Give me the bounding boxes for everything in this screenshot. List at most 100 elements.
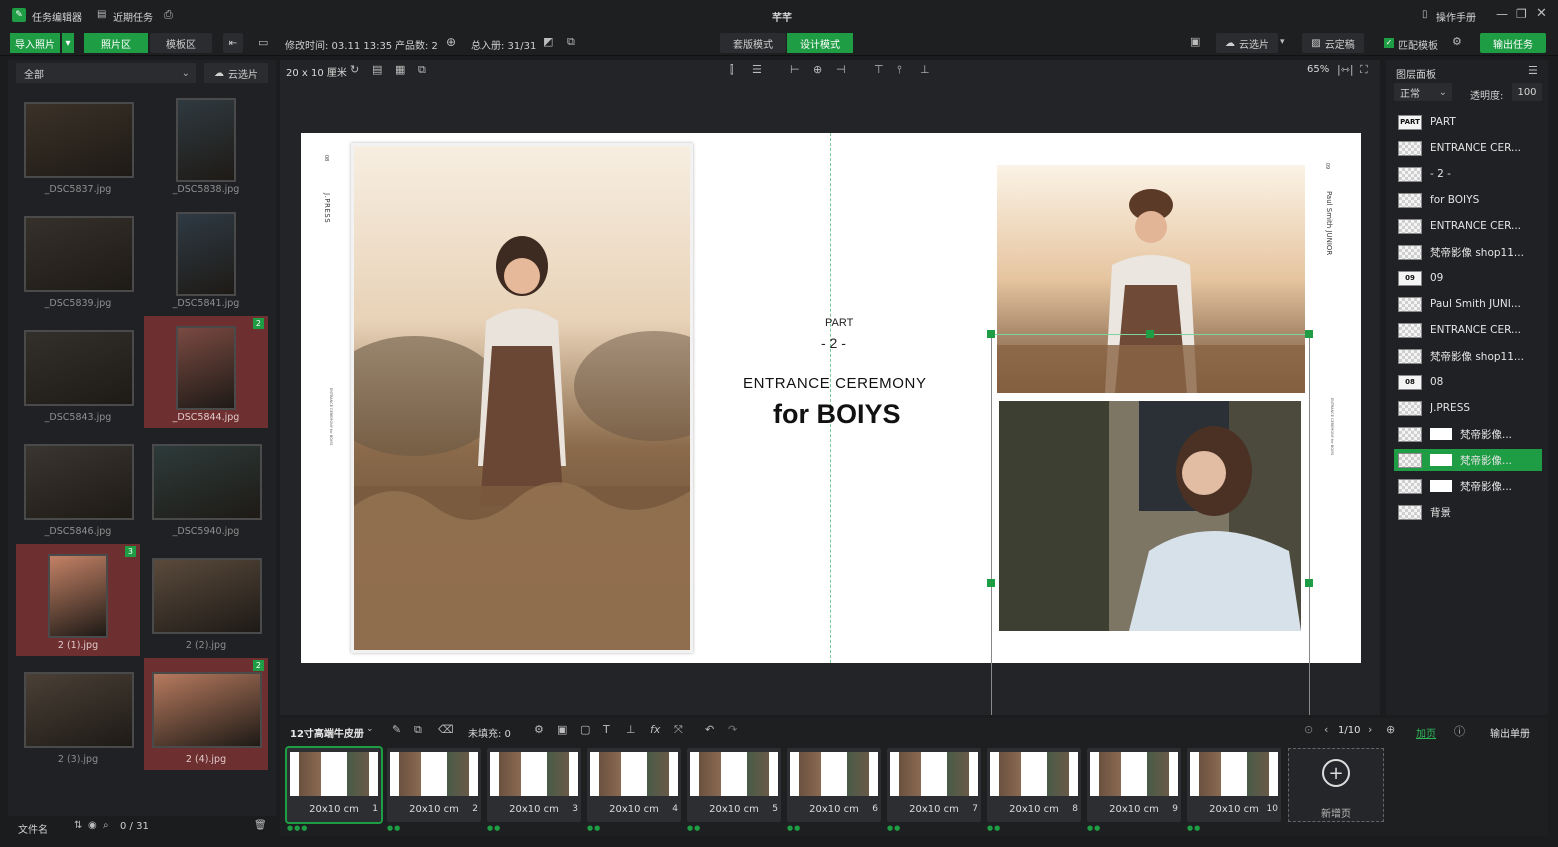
title-text[interactable]: for BOIYS — [773, 399, 901, 430]
layer-item[interactable]: 09 09 — [1394, 267, 1542, 289]
right-small-vertical[interactable]: ENTRANCE CEREMONY for BOIYS — [1330, 398, 1334, 455]
right-page-mark[interactable]: 09 — [1324, 163, 1330, 169]
template-settings-icon[interactable]: ⚙ — [1452, 35, 1462, 48]
export-task-button[interactable]: 输出任务 — [1480, 33, 1546, 53]
photo-thumbnail[interactable]: 2 (3).jpg — [16, 658, 140, 770]
image-icon[interactable]: ▣ — [557, 723, 567, 736]
text-tool-icon[interactable]: T — [603, 723, 610, 736]
align-top-icon[interactable]: ⊤ — [874, 63, 884, 76]
layer-item[interactable]: 梵帝影像 shop11... — [1394, 345, 1542, 367]
zoom-level[interactable]: 65% — [1307, 64, 1329, 75]
prev-page-icon[interactable]: ‹ — [1324, 723, 1328, 736]
layer-item[interactable]: 梵帝影像... — [1394, 475, 1542, 497]
layout-icon[interactable]: ▤ — [372, 63, 382, 76]
cloud-dropdown-icon[interactable]: ▾ — [1280, 37, 1285, 47]
page-frame[interactable]: 20x10 cm 6 — [787, 748, 881, 822]
resize-handle-tr[interactable] — [1305, 330, 1313, 338]
cloud-final-button[interactable]: ▨ 云定稿 — [1302, 33, 1364, 53]
album-icon[interactable]: ◩ — [543, 35, 553, 48]
layer-item[interactable]: J.PRESS — [1394, 397, 1542, 419]
collapse-panel-icon[interactable]: ⇤ — [223, 33, 243, 53]
expand-icon[interactable]: ⤧ — [674, 723, 683, 737]
page-frame[interactable]: 20x10 cm 9 — [1087, 748, 1181, 822]
layer-item[interactable]: for BOIYS — [1394, 189, 1542, 211]
fit-width-icon[interactable]: |⇿| — [1337, 63, 1354, 76]
add-page-icon[interactable]: ⊕ — [1386, 723, 1395, 736]
blend-mode-select[interactable]: 正常 ⌄ — [1394, 83, 1452, 101]
page-frame[interactable]: 20x10 cm 4 — [587, 748, 681, 822]
align-right-icon[interactable]: ⊣ — [836, 63, 846, 76]
screen-icon[interactable]: ▣ — [1190, 35, 1200, 48]
layer-item[interactable]: Paul Smith JUNI... — [1394, 293, 1542, 315]
trash-icon[interactable]: 🗑 — [254, 820, 267, 831]
minimize-icon[interactable]: — — [1496, 7, 1508, 21]
photo-thumbnail[interactable]: _DSC5940.jpg — [144, 430, 268, 542]
align-center-icon[interactable]: ⊕ — [813, 63, 822, 76]
close-icon[interactable]: ✕ — [1536, 6, 1547, 21]
part-number-text[interactable]: - 2 - — [821, 335, 846, 351]
undo-icon[interactable]: ↶ — [705, 723, 714, 736]
window-icon[interactable]: ▭ — [258, 36, 268, 49]
recent-tasks-icon[interactable]: ▤ — [97, 9, 106, 20]
function-icon[interactable]: fx — [650, 723, 660, 736]
layer-item[interactable]: 08 08 — [1394, 371, 1542, 393]
grid-icon[interactable]: ▦ — [395, 63, 405, 76]
layer-item[interactable]: ENTRANCE CER... — [1394, 137, 1542, 159]
left-photo-frame[interactable] — [351, 143, 693, 653]
tab-template-area[interactable]: 模板区 — [150, 33, 212, 53]
layer-item[interactable]: 梵帝影像 shop11... — [1394, 241, 1542, 263]
left-vertical-text[interactable]: J.PRESS — [323, 193, 331, 223]
layer-item[interactable]: 梵帝影像... — [1394, 449, 1542, 471]
photo-thumbnail[interactable]: _DSC5838.jpg — [144, 88, 268, 200]
right-vertical-text[interactable]: Paul Smith JUNIOR — [1325, 191, 1333, 255]
crop-icon[interactable]: ⧉ — [418, 63, 426, 77]
note-icon[interactable]: ⎙ — [164, 8, 173, 22]
resize-handle-bl[interactable] — [987, 579, 995, 587]
cloud-select-button[interactable]: ☁ 云选片 — [1216, 33, 1278, 53]
photo-thumbnail[interactable]: _DSC5843.jpg — [16, 316, 140, 428]
product-name[interactable]: 12寸高端牛皮册 — [290, 725, 364, 740]
first-page-icon[interactable]: ⊙ — [1304, 723, 1313, 736]
left-cloud-select-button[interactable]: ☁ 云选片 — [204, 63, 268, 83]
page-frame[interactable]: 20x10 cm 7 — [887, 748, 981, 822]
radio-icon[interactable]: ◉ — [88, 820, 97, 831]
settings-icon[interactable]: ⚙ — [534, 723, 544, 736]
pin-icon[interactable]: ⊥ — [626, 723, 636, 736]
tab-photo-area[interactable]: 照片区 — [84, 33, 148, 53]
filter-select[interactable]: 全部 ⌄ — [16, 63, 196, 83]
manual-link[interactable]: 操作手册 — [1436, 9, 1476, 24]
redo-icon[interactable]: ↷ — [728, 723, 737, 736]
page-frame[interactable]: 20x10 cm 10 — [1187, 748, 1281, 822]
photo-thumbnail[interactable]: 2 (2).jpg — [144, 544, 268, 656]
next-page-icon[interactable]: › — [1368, 723, 1372, 736]
photo-thumbnail[interactable]: 2 (1).jpg 3 — [16, 544, 140, 656]
page-frame[interactable]: 20x10 cm 1 — [285, 746, 383, 824]
fullscreen-icon[interactable]: ⛶ — [1360, 63, 1368, 77]
frame-icon[interactable]: ▢ — [580, 723, 590, 736]
restore-icon[interactable]: ❐ — [1516, 7, 1527, 21]
layer-item[interactable]: ENTRANCE CER... — [1394, 319, 1542, 341]
align-middle-icon[interactable]: ⫯ — [897, 63, 902, 77]
import-dropdown-icon[interactable]: ▾ — [62, 33, 74, 53]
album-spread[interactable]: 08 J.PRESS ENTRANCE CEREMONY for BOIYS P… — [301, 133, 1361, 715]
new-page-button[interactable]: + 新增页 — [1288, 748, 1384, 822]
resize-handle-br[interactable] — [1305, 579, 1313, 587]
panel-menu-icon[interactable]: ☰ — [1528, 64, 1538, 77]
resize-handle-tm[interactable] — [1146, 330, 1154, 338]
photo-thumbnail[interactable]: _DSC5839.jpg — [16, 202, 140, 314]
align-left-icon[interactable]: ⊢ — [790, 63, 800, 76]
opacity-input[interactable]: 100 — [1512, 83, 1542, 101]
subtitle-text[interactable]: ENTRANCE CEREMONY — [743, 375, 927, 392]
match-template-checkbox[interactable]: ✓ — [1384, 38, 1394, 48]
info-icon[interactable]: ⓘ — [1454, 723, 1465, 739]
align-distribute-v-icon[interactable]: ☰ — [752, 63, 762, 76]
layer-item[interactable]: 背景 — [1394, 501, 1542, 523]
design-mode-button[interactable]: 设计模式 — [787, 33, 853, 53]
left-small-vertical[interactable]: ENTRANCE CEREMONY for BOIYS — [329, 388, 333, 445]
page-frame[interactable]: 20x10 cm 2 — [387, 748, 481, 822]
eraser-icon[interactable]: ⌫ — [438, 723, 454, 736]
resize-handle-tl[interactable] — [987, 330, 995, 338]
photo-thumbnail[interactable]: _DSC5844.jpg 2 — [144, 316, 268, 428]
layer-item[interactable]: PART PART — [1394, 111, 1542, 133]
sort-icon[interactable]: ⇅ — [74, 820, 82, 831]
